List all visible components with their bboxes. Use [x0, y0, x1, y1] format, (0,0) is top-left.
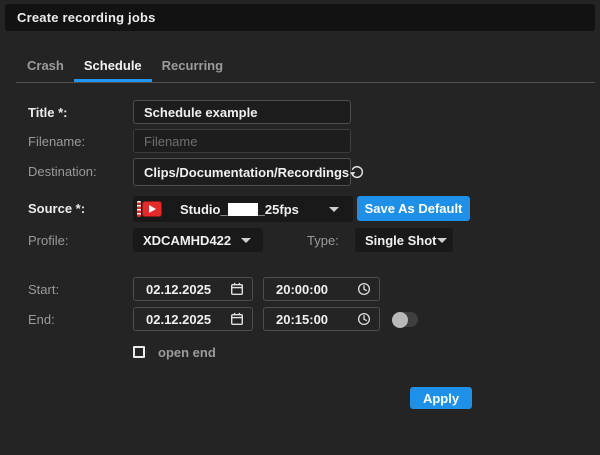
- type-label: Type:: [307, 233, 339, 248]
- tab-divider: [16, 82, 595, 83]
- end-time-input[interactable]: 20:15:00: [263, 307, 380, 331]
- filename-input[interactable]: [133, 129, 351, 153]
- calendar-icon[interactable]: [230, 282, 244, 296]
- end-toggle[interactable]: [392, 311, 418, 328]
- dialog-title: Create recording jobs: [17, 10, 156, 25]
- start-date-value: 02.12.2025: [146, 281, 212, 297]
- source-label: Source *:: [28, 201, 86, 216]
- apply-button[interactable]: Apply: [410, 387, 472, 409]
- destination-value: Clips/Documentation/Recordings: [144, 164, 350, 180]
- clock-icon[interactable]: [357, 312, 371, 326]
- create-recording-jobs-dialog: Create recording jobs Crash Schedule Rec…: [0, 0, 600, 455]
- tab-recurring[interactable]: Recurring: [152, 52, 233, 82]
- title-label: Title *:: [28, 105, 68, 120]
- type-dropdown[interactable]: Single Shot: [355, 228, 453, 252]
- chevron-down-icon: [436, 237, 447, 243]
- open-end-checkbox-row[interactable]: open end: [133, 344, 216, 360]
- open-end-label: open end: [158, 344, 216, 360]
- dialog-titlebar: Create recording jobs: [5, 4, 595, 31]
- save-as-default-button[interactable]: Save As Default: [357, 196, 470, 221]
- profile-dropdown[interactable]: XDCAMHD422: [133, 228, 263, 252]
- source-dropdown[interactable]: Studio_ _25fps: [133, 196, 353, 222]
- source-value: Studio_ _25fps: [180, 201, 299, 217]
- start-time-input[interactable]: 20:00:00: [263, 277, 380, 301]
- clock-icon[interactable]: [357, 282, 371, 296]
- profile-label: Profile:: [28, 233, 69, 248]
- redaction-block: [227, 202, 258, 216]
- end-date-input[interactable]: 02.12.2025: [133, 307, 253, 331]
- type-value: Single Shot: [365, 232, 437, 248]
- video-source-icon: [137, 201, 162, 218]
- destination-label: Destination:: [28, 164, 97, 179]
- open-end-checkbox[interactable]: [133, 346, 145, 358]
- destination-input[interactable]: Clips/Documentation/Recordings: [133, 158, 364, 186]
- tab-bar: Crash Schedule Recurring: [17, 52, 233, 82]
- title-input[interactable]: [133, 100, 351, 124]
- start-time-value: 20:00:00: [276, 281, 329, 297]
- end-label: End:: [28, 312, 55, 327]
- profile-value: XDCAMHD422: [143, 232, 232, 248]
- start-label: Start:: [28, 282, 60, 297]
- end-time-value: 20:15:00: [276, 311, 329, 327]
- tab-crash[interactable]: Crash: [17, 52, 74, 82]
- tab-schedule[interactable]: Schedule: [73, 52, 152, 82]
- filename-label: Filename:: [28, 134, 86, 149]
- calendar-icon[interactable]: [230, 312, 244, 326]
- start-date-input[interactable]: 02.12.2025: [133, 277, 253, 301]
- chevron-down-icon: [329, 206, 339, 212]
- chevron-down-icon: [241, 237, 251, 243]
- toggle-knob: [392, 311, 408, 328]
- end-date-value: 02.12.2025: [146, 311, 212, 327]
- restore-default-icon[interactable]: [349, 163, 365, 181]
